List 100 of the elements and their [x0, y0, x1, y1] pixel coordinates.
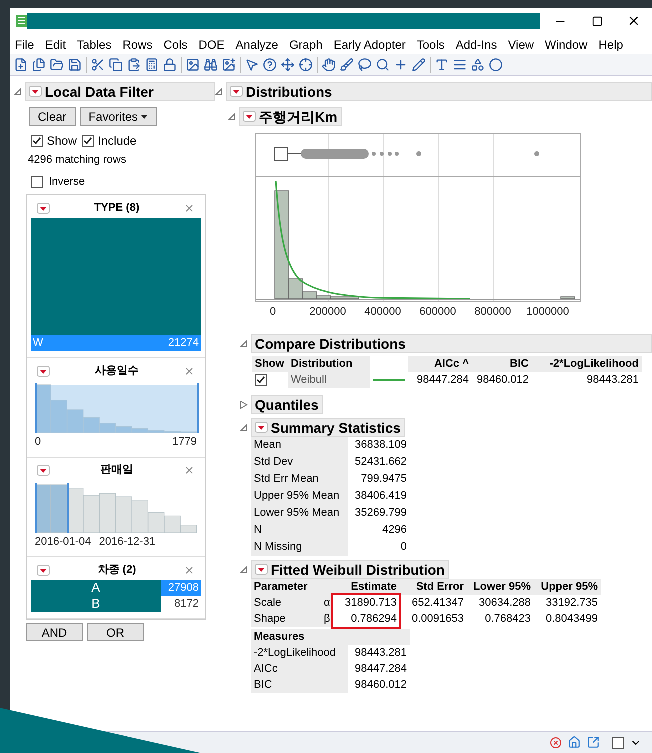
search-icon[interactable]: [376, 58, 390, 72]
menu-item[interactable]: Analyze: [236, 36, 278, 54]
menu-item[interactable]: File: [15, 36, 34, 54]
and-button[interactable]: AND: [26, 623, 83, 641]
files-icon[interactable]: [32, 58, 46, 72]
axis-tick-label: 200000: [310, 305, 346, 320]
table-cell-text: 35269.799: [354, 506, 408, 521]
caret-icon: [141, 114, 148, 118]
text-icon[interactable]: [435, 58, 449, 72]
expand-icon[interactable]: [240, 400, 248, 408]
dropdown-icon[interactable]: [37, 202, 50, 214]
dropdown-icon[interactable]: [37, 366, 50, 376]
collapse-icon[interactable]: [228, 112, 236, 120]
lasso-icon[interactable]: [358, 58, 372, 72]
table-cell-text: 652.41347: [411, 596, 465, 611]
section-header[interactable]: Distributions: [226, 82, 652, 101]
binoculars-icon[interactable]: [204, 58, 218, 72]
column-header: Upper 95%: [534, 579, 601, 595]
checkbox[interactable]: [82, 135, 94, 147]
dropdown-icon[interactable]: [255, 564, 268, 575]
calculator-icon[interactable]: [145, 58, 159, 72]
brush-icon[interactable]: [340, 58, 354, 72]
menu-item[interactable]: Tools: [416, 36, 445, 54]
dropdown-icon[interactable]: [37, 465, 50, 476]
crosshair-icon[interactable]: [299, 58, 313, 72]
section-header[interactable]: Fitted Weibull Distribution: [251, 560, 449, 579]
menu-item[interactable]: Add-Ins: [456, 36, 498, 54]
row-label: Std Dev: [251, 454, 348, 471]
app-icon: [16, 15, 27, 27]
axis-tick-label: 800000: [474, 305, 512, 320]
collapse-icon[interactable]: [240, 340, 248, 348]
dropdown-icon[interactable]: [243, 111, 256, 122]
dropdown-icon[interactable]: [37, 564, 50, 576]
paste-icon[interactable]: [127, 58, 141, 72]
menu-item[interactable]: Edit: [45, 36, 66, 54]
new-file-icon[interactable]: [14, 58, 28, 72]
copy-icon[interactable]: [109, 58, 123, 72]
collapse-icon[interactable]: [240, 566, 248, 574]
menu-item[interactable]: View: [508, 36, 534, 54]
section-header[interactable]: Local Data Filter: [25, 82, 215, 101]
row-label: Std Err Mean: [251, 471, 348, 488]
section-header[interactable]: Quantiles: [251, 395, 323, 414]
ellipse-icon[interactable]: [489, 58, 503, 72]
table-cell-text: 98447.284: [416, 373, 470, 388]
row-label: N: [251, 522, 348, 539]
section-title: 주행거리Km: [259, 110, 338, 124]
menu-item[interactable]: Early Adopter: [334, 36, 406, 54]
table-cell-text: 98443.281: [586, 373, 640, 388]
histogram-drawing[interactable]: [35, 383, 199, 433]
section-header[interactable]: 주행거리Km: [239, 107, 342, 126]
checkbox[interactable]: [612, 736, 624, 748]
collapse-icon[interactable]: [215, 88, 223, 96]
window-icon[interactable]: [587, 736, 600, 749]
column-header: Parameter: [251, 579, 321, 595]
or-button[interactable]: OR: [87, 623, 144, 641]
menu-item[interactable]: Graph: [289, 36, 323, 54]
category-label[interactable]: B: [31, 596, 161, 612]
image-icon[interactable]: [186, 58, 200, 72]
histogram-drawing[interactable]: [35, 482, 199, 532]
move-icon[interactable]: [281, 58, 295, 72]
error-icon[interactable]: [550, 736, 562, 748]
lock-icon[interactable]: [163, 58, 177, 72]
save-icon[interactable]: [68, 58, 82, 72]
maximize-icon[interactable]: [592, 16, 603, 26]
section-header[interactable]: Summary Statistics: [251, 418, 405, 437]
clear-button[interactable]: Clear: [29, 107, 76, 126]
help-icon[interactable]: [263, 58, 277, 72]
folder-icon[interactable]: [50, 58, 64, 72]
cut-icon[interactable]: [91, 58, 105, 72]
checkbox-label: Inverse: [49, 174, 86, 190]
table-cell-text: 31890.713: [344, 596, 398, 611]
collapse-icon[interactable]: [14, 88, 22, 96]
favorites-dropdown[interactable]: Favorites: [80, 107, 158, 126]
image-plus-icon[interactable]: [222, 58, 236, 72]
dropdown-icon[interactable]: [29, 86, 42, 97]
plus-icon[interactable]: [394, 58, 408, 72]
dropdown-icon[interactable]: [230, 86, 243, 97]
lines-icon[interactable]: [453, 58, 467, 72]
collapse-icon[interactable]: [240, 424, 248, 432]
menu-item[interactable]: Cols: [164, 36, 188, 54]
menu-item[interactable]: Help: [598, 36, 624, 54]
pencil-icon[interactable]: [412, 58, 426, 72]
checkbox[interactable]: [255, 374, 267, 386]
category-label[interactable]: A: [31, 580, 161, 596]
shapes-icon[interactable]: [471, 58, 485, 72]
close-icon[interactable]: [627, 14, 641, 28]
legend-line: [373, 379, 405, 381]
table-cell-text: 4296: [382, 523, 408, 538]
checkbox[interactable]: [31, 176, 43, 188]
menu-item[interactable]: Rows: [122, 36, 153, 54]
menu-item[interactable]: DOE: [198, 36, 225, 54]
menu-item[interactable]: Tables: [77, 36, 112, 54]
menu-item[interactable]: Window: [545, 36, 588, 54]
section-header[interactable]: Compare Distributions: [251, 334, 652, 353]
home-icon[interactable]: [568, 736, 581, 749]
hand-icon[interactable]: [322, 58, 336, 72]
checkbox[interactable]: [31, 135, 43, 147]
pointer-icon[interactable]: [245, 58, 259, 72]
dropdown-icon[interactable]: [255, 422, 268, 433]
table-cell-text: 52431.662: [354, 455, 408, 470]
